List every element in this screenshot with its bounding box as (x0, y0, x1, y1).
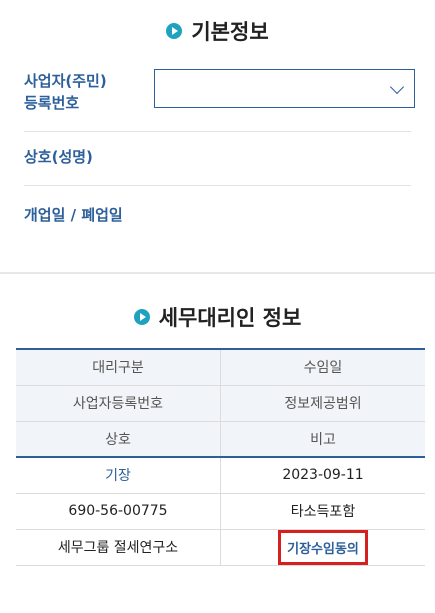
table-header-row: 대리구분 수임일 (16, 348, 425, 386)
header-remarks: 비고 (220, 420, 425, 458)
company-name-cell: 세무그룹 절세연구소 (16, 528, 221, 566)
header-appointed-date: 수임일 (220, 348, 425, 386)
header-agent-type: 대리구분 (16, 348, 221, 386)
agent-info-title: 세무대리인 정보 (0, 302, 435, 332)
agent-info-table: 대리구분 수임일 사업자등록번호 정보제공범위 상호 비고 기장 2023-09… (16, 348, 425, 566)
bizno-select[interactable] (154, 69, 415, 108)
basic-info-title: 기본정보 (0, 16, 435, 46)
chevron-down-icon (389, 79, 405, 95)
header-biz-reg-no: 사업자등록번호 (16, 384, 221, 422)
play-bullet-icon (133, 309, 150, 325)
table-header-row: 사업자등록번호 정보제공범위 (16, 384, 425, 422)
table-header-row: 상호 비고 (16, 420, 425, 458)
agent-type-cell: 기장 (16, 456, 221, 494)
table-row: 기장 2023-09-11 (16, 456, 425, 494)
date-label: 개업일 / 폐업일 (24, 206, 123, 224)
bookkeeping-consent-button[interactable]: 기장수임동의 (278, 529, 368, 565)
basic-info-title-text: 기본정보 (191, 20, 269, 44)
table-row: 세무그룹 절세연구소 기장수임동의 (16, 528, 425, 566)
name-label: 상호(성명) (24, 148, 93, 166)
bizno-row: 사업자(주민) 등록번호 (24, 66, 415, 132)
bizno-label: 사업자(주민) 등록번호 (24, 72, 107, 112)
appointed-date-cell: 2023-09-11 (220, 456, 425, 494)
play-bullet-icon (166, 23, 183, 39)
section-divider (0, 272, 435, 274)
header-company-name: 상호 (16, 420, 221, 458)
date-row: 개업일 / 폐업일 (24, 186, 411, 244)
name-row: 상호(성명) (24, 132, 411, 186)
info-scope-cell: 타소득포함 (220, 492, 425, 530)
biz-reg-no-cell: 690-56-00775 (16, 492, 221, 530)
remarks-cell: 기장수임동의 (220, 528, 425, 566)
table-row: 690-56-00775 타소득포함 (16, 492, 425, 530)
agent-info-title-text: 세무대리인 정보 (158, 306, 302, 330)
header-info-scope: 정보제공범위 (220, 384, 425, 422)
